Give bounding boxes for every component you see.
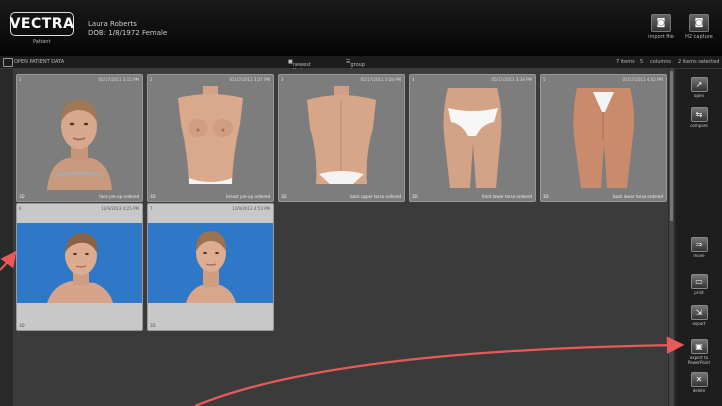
annotation-arrows — [0, 250, 685, 406]
annotation-arrow-left — [0, 250, 17, 271]
annotation-arrow-to-powerpoint — [194, 336, 685, 406]
